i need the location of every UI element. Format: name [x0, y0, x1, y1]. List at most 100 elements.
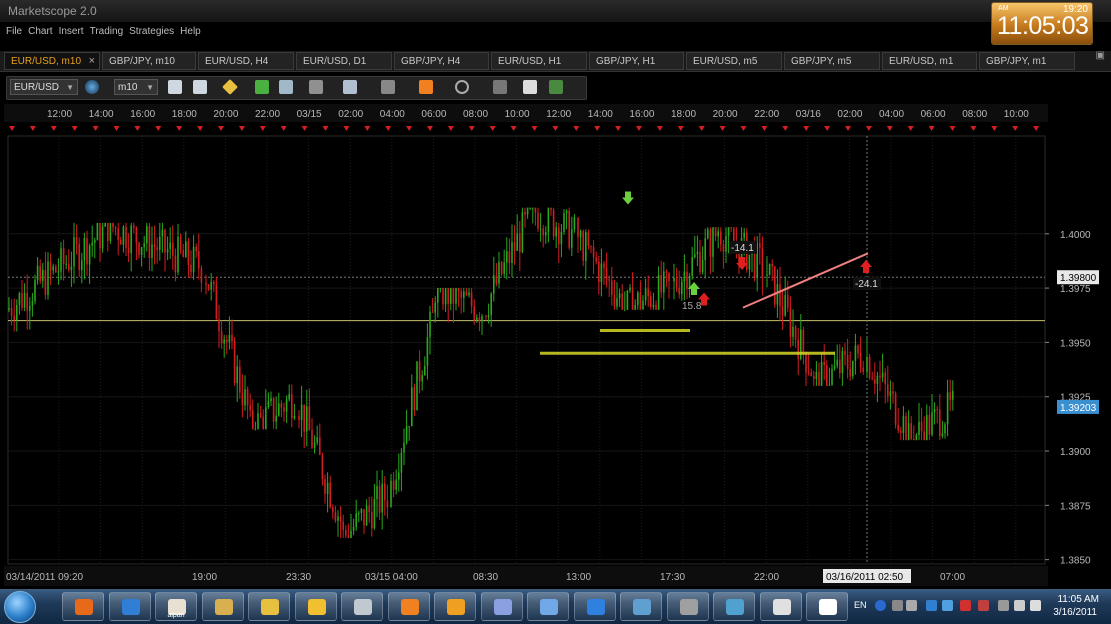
- candle-body: [907, 423, 910, 441]
- globe-icon[interactable]: [85, 80, 99, 94]
- taskbar-pictures-button[interactable]: [713, 592, 755, 621]
- taskbar-mail-button[interactable]: [527, 592, 569, 621]
- tray-time[interactable]: 11:05 AM: [1057, 594, 1099, 605]
- candle-body: [334, 512, 337, 521]
- tab-gbp-jpy-m10[interactable]: GBP/JPY, m10: [102, 52, 196, 70]
- top-time-label: 06:00: [421, 109, 446, 120]
- menu-strategies[interactable]: Strategies: [126, 24, 177, 39]
- taskbar-z-app-button[interactable]: [108, 592, 151, 621]
- tray-settings-icon[interactable]: [892, 600, 903, 611]
- candle-body: [65, 263, 67, 265]
- start-button[interactable]: [4, 591, 36, 623]
- close-icon[interactable]: ×: [89, 53, 95, 70]
- candle-body: [426, 337, 429, 366]
- menu-trading[interactable]: Trading: [87, 24, 127, 39]
- candle-body: [926, 415, 928, 441]
- compare-icon[interactable]: [279, 80, 293, 94]
- pencil-icon[interactable]: [381, 80, 395, 94]
- taskbar-network-button[interactable]: [620, 592, 662, 621]
- taskbar-itunes-button[interactable]: [573, 592, 616, 621]
- bottom-time-label: 03/14/2011 09:20: [6, 572, 84, 583]
- candle-body: [386, 500, 389, 508]
- candle-body: [125, 226, 127, 249]
- candle-body: [60, 248, 62, 272]
- candle-body: [933, 409, 936, 413]
- tray-signal-icon[interactable]: [1014, 600, 1025, 611]
- price-chart[interactable]: 12:00 14:00 16:00 18:00 20:00 22:00 03/15 02:00…: [0, 104, 1111, 589]
- candle-body: [513, 242, 516, 251]
- layout-icon[interactable]: [549, 80, 563, 94]
- text-tool-icon[interactable]: [493, 80, 507, 94]
- tab-eur-usd-h4[interactable]: EUR/USD, H4: [198, 52, 294, 70]
- tab-gbp-jpy-h1[interactable]: GBP/JPY, H1: [589, 52, 684, 70]
- tab-gbp-jpy-h4[interactable]: GBP/JPY, H4: [394, 52, 489, 70]
- tray-date[interactable]: 3/16/2011: [1053, 607, 1097, 618]
- tray-power-icon[interactable]: [998, 600, 1009, 611]
- candle-body: [463, 291, 465, 298]
- taskbar-folder-button[interactable]: [294, 592, 337, 621]
- candle-body: [146, 226, 148, 244]
- taskbar-alpari-button[interactable]: alpari: [155, 592, 197, 621]
- tab-eur-usd-m5[interactable]: EUR/USD, m5: [686, 52, 782, 70]
- menu-insert[interactable]: Insert: [56, 24, 87, 39]
- candle-body: [130, 225, 132, 254]
- taskbar-explorer-button[interactable]: [248, 592, 290, 621]
- grid-icon[interactable]: [343, 80, 357, 94]
- candle-body: [810, 372, 812, 377]
- tray-security-icon[interactable]: [960, 600, 971, 611]
- candle-body: [902, 415, 905, 433]
- eraser-icon[interactable]: [523, 80, 537, 94]
- tab-eur-usd-h1[interactable]: EUR/USD, H1: [491, 52, 587, 70]
- tab-pin-icon[interactable]: ▣: [1096, 50, 1105, 61]
- candle-body: [768, 264, 771, 275]
- taskbar-disc-button[interactable]: [666, 592, 709, 621]
- tab-gbp-jpy-m1[interactable]: GBP/JPY, m1: [979, 52, 1075, 70]
- candle-body: [210, 282, 212, 290]
- taskbar-presentation-button[interactable]: [759, 592, 802, 621]
- instrument-select[interactable]: EUR/USD ▼: [10, 79, 78, 95]
- candle-body: [148, 226, 151, 259]
- menu-help[interactable]: Help: [177, 24, 204, 39]
- candle-body: [161, 229, 164, 237]
- tab-eur-usd-m10[interactable]: EUR/USD, m10 ×: [4, 52, 100, 70]
- tray-network-icon[interactable]: [942, 600, 953, 611]
- tab-gbp-jpy-m5[interactable]: GBP/JPY, m5: [784, 52, 880, 70]
- tray-language[interactable]: EN: [854, 600, 867, 610]
- candle-body: [766, 274, 768, 277]
- tab-eur-usd-d1[interactable]: EUR/USD, D1: [296, 52, 392, 70]
- indicator-icon[interactable]: [255, 80, 269, 94]
- app-title: Marketscope 2.0: [8, 4, 97, 18]
- taskbar-firefox-button[interactable]: [62, 592, 104, 621]
- tab-eur-usd-m1[interactable]: EUR/USD, m1: [882, 52, 977, 70]
- taskbar-weather-button[interactable]: [434, 592, 476, 621]
- candle-body: [585, 232, 587, 261]
- taskbar-media-button[interactable]: [387, 592, 430, 621]
- candle-body: [16, 304, 18, 321]
- top-time-label: 14:00: [588, 109, 613, 120]
- volume-icon[interactable]: [1030, 600, 1041, 611]
- candle-body: [452, 288, 455, 304]
- help-icon[interactable]: [875, 600, 886, 611]
- candle-body: [828, 384, 831, 386]
- line-tool-icon[interactable]: [419, 80, 433, 94]
- candle-body: [579, 231, 582, 238]
- timeframe-select[interactable]: m10 ▼: [114, 79, 158, 95]
- candle-body: [215, 284, 218, 320]
- taskbar-document-button[interactable]: [806, 592, 848, 621]
- tray-alert-icon[interactable]: [978, 600, 989, 611]
- ruler-icon[interactable]: [222, 79, 238, 95]
- cursor-icon[interactable]: [309, 80, 323, 94]
- candle-body: [47, 261, 49, 295]
- menu-file[interactable]: File: [0, 24, 25, 39]
- chart-type-candle-icon[interactable]: [193, 80, 207, 94]
- ellipse-tool-icon[interactable]: [455, 80, 469, 94]
- candle-body: [21, 293, 23, 308]
- taskbar-tools-button[interactable]: [480, 592, 523, 621]
- chart-type-bar-icon[interactable]: [168, 80, 182, 94]
- tray-app-icon[interactable]: [926, 600, 937, 611]
- tray-arrow-icon[interactable]: [906, 600, 917, 611]
- taskbar-paint-button[interactable]: [201, 592, 244, 621]
- menu-chart[interactable]: Chart: [25, 24, 55, 39]
- candle-body: [577, 217, 579, 238]
- taskbar-calculator-button[interactable]: [341, 592, 383, 621]
